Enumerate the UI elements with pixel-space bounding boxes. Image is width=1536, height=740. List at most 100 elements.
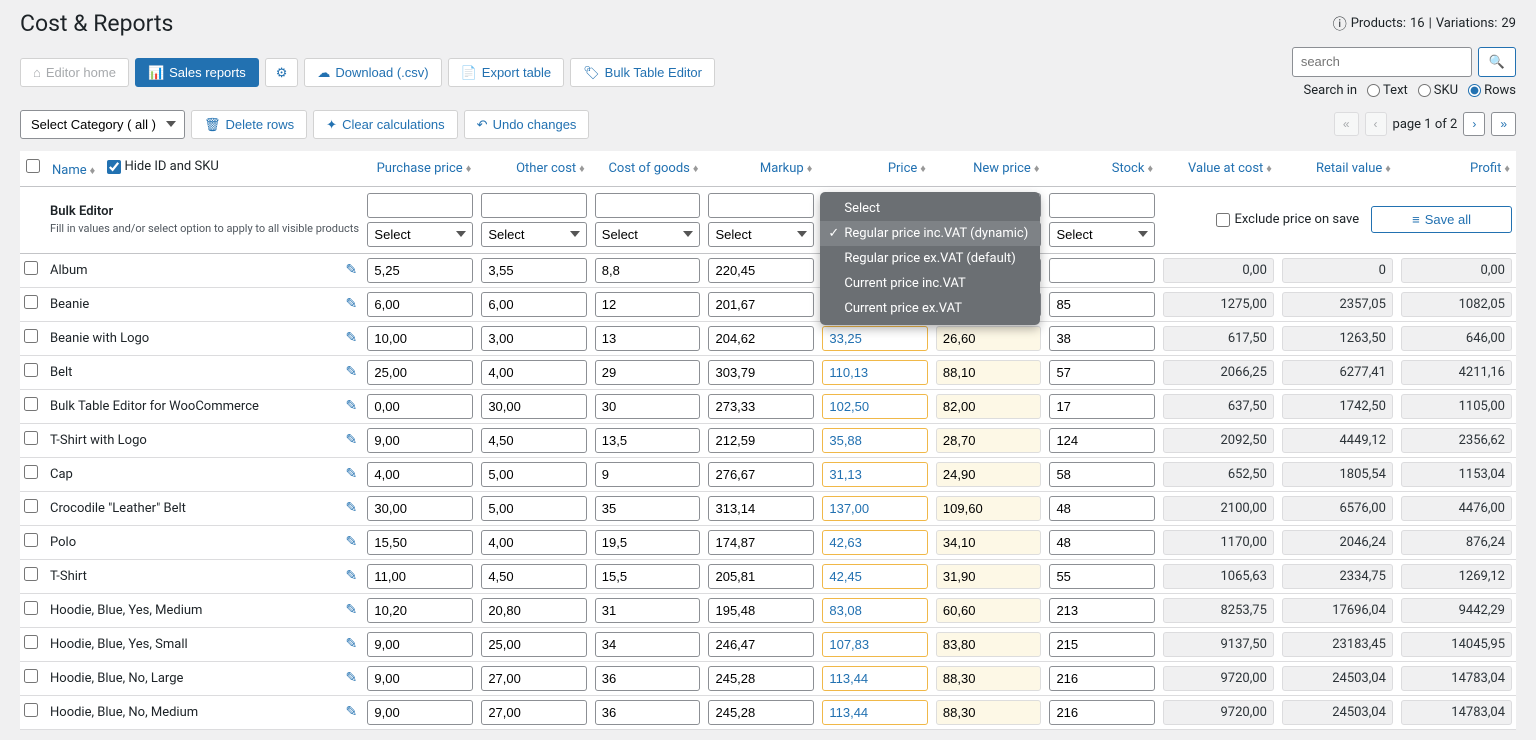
- new-price-input[interactable]: [936, 564, 1042, 589]
- new-price-input[interactable]: [936, 326, 1042, 351]
- edit-icon[interactable]: ✎: [345, 432, 357, 448]
- markup-input[interactable]: [708, 700, 814, 725]
- stock-input[interactable]: [1049, 394, 1155, 419]
- new-price-input[interactable]: [936, 666, 1042, 691]
- clear-calculations-button[interactable]: ✦Clear calculations: [313, 110, 458, 140]
- cost-of-goods-input[interactable]: [595, 428, 701, 453]
- row-checkbox[interactable]: [24, 635, 38, 649]
- price-input[interactable]: [822, 666, 928, 691]
- other-cost-input[interactable]: [481, 564, 586, 589]
- cost-of-goods-input[interactable]: [595, 394, 701, 419]
- search-input[interactable]: [1292, 47, 1472, 77]
- price-type-dropdown[interactable]: SelectRegular price inc.VAT (dynamic)Reg…: [820, 192, 1040, 325]
- dropdown-item[interactable]: Regular price ex.VAT (default): [820, 246, 1040, 271]
- row-checkbox[interactable]: [24, 465, 38, 479]
- edit-icon[interactable]: ✎: [345, 466, 357, 482]
- exclude-price-checkbox[interactable]: Exclude price on save: [1216, 212, 1359, 227]
- row-checkbox[interactable]: [24, 431, 38, 445]
- col-purchase-price[interactable]: Purchase price♦: [363, 151, 477, 186]
- purchase-price-input[interactable]: [367, 292, 473, 317]
- price-input[interactable]: [822, 530, 928, 555]
- edit-icon[interactable]: ✎: [345, 262, 357, 278]
- col-value-at-cost[interactable]: Value at cost♦: [1159, 151, 1278, 186]
- price-input[interactable]: [822, 700, 928, 725]
- row-checkbox[interactable]: [24, 363, 38, 377]
- cost-of-goods-input[interactable]: [595, 462, 701, 487]
- select-all-checkbox[interactable]: [26, 159, 40, 173]
- bulk-stock-input[interactable]: [1049, 193, 1155, 218]
- price-input[interactable]: [822, 428, 928, 453]
- bulk-table-editor-button[interactable]: 🏷Bulk Table Editor: [570, 58, 715, 88]
- new-price-input[interactable]: [936, 598, 1042, 623]
- edit-icon[interactable]: ✎: [345, 670, 357, 686]
- cost-of-goods-input[interactable]: [595, 496, 701, 521]
- stock-input[interactable]: [1049, 360, 1155, 385]
- other-cost-input[interactable]: [481, 700, 586, 725]
- purchase-price-input[interactable]: [367, 632, 473, 657]
- bulk-stock-select[interactable]: Select: [1049, 222, 1155, 247]
- hide-id-sku-checkbox[interactable]: [107, 160, 121, 174]
- purchase-price-input[interactable]: [367, 360, 473, 385]
- stock-input[interactable]: [1049, 700, 1155, 725]
- markup-input[interactable]: [708, 258, 814, 283]
- search-in-sku-radio[interactable]: SKU: [1418, 83, 1458, 98]
- row-checkbox[interactable]: [24, 295, 38, 309]
- search-in-rows-radio[interactable]: Rows: [1468, 83, 1516, 98]
- stock-input[interactable]: [1049, 598, 1155, 623]
- other-cost-input[interactable]: [481, 360, 586, 385]
- price-input[interactable]: [822, 598, 928, 623]
- new-price-input[interactable]: [936, 496, 1042, 521]
- stock-input[interactable]: [1049, 292, 1155, 317]
- col-price[interactable]: Price♦: [818, 151, 932, 186]
- price-input[interactable]: [822, 360, 928, 385]
- edit-icon[interactable]: ✎: [345, 636, 357, 652]
- other-cost-input[interactable]: [481, 258, 586, 283]
- other-cost-input[interactable]: [481, 632, 586, 657]
- row-checkbox[interactable]: [24, 329, 38, 343]
- dropdown-item[interactable]: Current price ex.VAT: [820, 296, 1040, 321]
- stock-input[interactable]: [1049, 564, 1155, 589]
- purchase-price-input[interactable]: [367, 496, 473, 521]
- download-csv-button[interactable]: ☁Download (.csv): [304, 58, 441, 88]
- bulk-markup-input[interactable]: [708, 193, 814, 218]
- settings-button[interactable]: ⚙: [265, 58, 299, 88]
- search-button[interactable]: 🔍: [1478, 47, 1516, 77]
- price-input[interactable]: [822, 564, 928, 589]
- markup-input[interactable]: [708, 666, 814, 691]
- new-price-input[interactable]: [936, 530, 1042, 555]
- category-select[interactable]: Select Category ( all ): [20, 110, 185, 140]
- cost-of-goods-input[interactable]: [595, 258, 701, 283]
- new-price-input[interactable]: [936, 428, 1042, 453]
- bulk-cog-input[interactable]: [595, 193, 701, 218]
- markup-input[interactable]: [708, 326, 814, 351]
- price-input[interactable]: [822, 496, 928, 521]
- col-markup[interactable]: Markup♦: [704, 151, 818, 186]
- col-cost-of-goods[interactable]: Cost of goods♦: [591, 151, 705, 186]
- purchase-price-input[interactable]: [367, 666, 473, 691]
- edit-icon[interactable]: ✎: [345, 296, 357, 312]
- other-cost-input[interactable]: [481, 496, 586, 521]
- cost-of-goods-input[interactable]: [595, 700, 701, 725]
- stock-input[interactable]: [1049, 496, 1155, 521]
- price-input[interactable]: [822, 394, 928, 419]
- purchase-price-input[interactable]: [367, 326, 473, 351]
- col-name[interactable]: Name♦: [52, 163, 95, 178]
- stock-input[interactable]: [1049, 258, 1155, 283]
- other-cost-input[interactable]: [481, 666, 586, 691]
- search-in-text-radio[interactable]: Text: [1367, 83, 1408, 98]
- edit-icon[interactable]: ✎: [345, 568, 357, 584]
- col-new-price[interactable]: New price♦: [932, 151, 1046, 186]
- export-table-button[interactable]: 📄Export table: [448, 58, 565, 88]
- stock-input[interactable]: [1049, 632, 1155, 657]
- cost-of-goods-input[interactable]: [595, 598, 701, 623]
- stock-input[interactable]: [1049, 530, 1155, 555]
- cost-of-goods-input[interactable]: [595, 326, 701, 351]
- cost-of-goods-input[interactable]: [595, 666, 701, 691]
- purchase-price-input[interactable]: [367, 258, 473, 283]
- new-price-input[interactable]: [936, 632, 1042, 657]
- bulk-markup-select[interactable]: Select: [708, 222, 814, 247]
- delete-rows-button[interactable]: 🗑Delete rows: [191, 110, 307, 140]
- edit-icon[interactable]: ✎: [345, 364, 357, 380]
- markup-input[interactable]: [708, 394, 814, 419]
- new-price-input[interactable]: [936, 462, 1042, 487]
